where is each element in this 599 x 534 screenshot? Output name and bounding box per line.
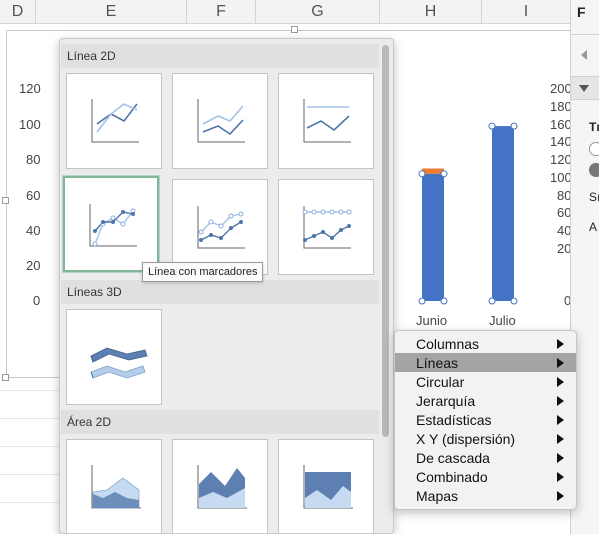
side-pane-radio[interactable] [589, 142, 599, 156]
chart-thumb-stacked-area[interactable] [172, 439, 268, 533]
submenu-arrow-icon [557, 377, 564, 387]
bar-junio[interactable] [422, 173, 444, 301]
side-pane-label: A [589, 220, 598, 234]
percent-line-markers-chart-icon [302, 206, 352, 249]
menu-item-columnas[interactable]: Columnas [395, 334, 576, 353]
submenu-arrow-icon [557, 358, 564, 368]
chart-thumb-stacked-line[interactable] [172, 73, 268, 169]
chart-resize-handle[interactable] [2, 197, 9, 204]
side-pane-radio-selected[interactable] [589, 163, 599, 177]
section-label-linea-2d: Línea 2D [61, 44, 379, 68]
chart-thumb-line[interactable] [66, 73, 162, 169]
submenu-arrow-icon [557, 415, 564, 425]
column-header-d[interactable]: D [0, 0, 36, 24]
menu-item-estadisticas[interactable]: Estadísticas [395, 410, 576, 429]
chart-thumb-stacked-line-markers[interactable] [172, 179, 268, 275]
column-header-f[interactable]: F [187, 0, 256, 24]
menu-item-cascada[interactable]: De cascada [395, 448, 576, 467]
bar-selection-handle[interactable] [488, 122, 496, 130]
bar-selection-handle[interactable] [418, 297, 426, 305]
submenu-arrow-icon [557, 396, 564, 406]
side-pane-section-header[interactable] [571, 76, 599, 100]
menu-item-dispersion[interactable]: X Y (dispersión) [395, 429, 576, 448]
chart-thumb-area[interactable] [66, 439, 162, 533]
bar-julio[interactable] [492, 126, 514, 301]
side-pane-label: Tı [589, 120, 599, 134]
stacked-line-chart-icon [197, 99, 245, 143]
collapse-triangle-icon [579, 85, 589, 92]
submenu-arrow-icon [557, 472, 564, 482]
bar-selection-handle[interactable] [488, 297, 496, 305]
gallery-scrollbar[interactable] [382, 45, 389, 437]
bar-selection-handle[interactable] [510, 297, 518, 305]
menu-item-circular[interactable]: Circular [395, 372, 576, 391]
line-chart-icon [91, 99, 139, 143]
percent-area-chart-icon [303, 465, 353, 509]
stacked-area-chart-icon [197, 465, 247, 509]
percent-line-chart-icon [303, 99, 351, 143]
chart-resize-handle[interactable] [291, 26, 298, 33]
column-header-bar: D E F G H I [0, 0, 570, 24]
menu-item-combinado[interactable]: Combinado [395, 467, 576, 486]
section-label-area-2d: Área 2D [61, 410, 379, 434]
column-header-g[interactable]: G [256, 0, 380, 24]
submenu-arrow-icon [557, 453, 564, 463]
section-label-lineas-3d: Líneas 3D [61, 280, 379, 304]
submenu-arrow-icon [557, 491, 564, 501]
chart-thumb-line-markers[interactable] [63, 176, 159, 272]
bar-selection-handle[interactable] [418, 170, 426, 178]
chart-thumb-100-line[interactable] [278, 73, 374, 169]
side-pane-divider [571, 34, 599, 35]
chart-thumb-100-line-markers[interactable] [278, 179, 374, 275]
chart-thumb-100-area[interactable] [278, 439, 374, 533]
bar-selection-handle[interactable] [440, 170, 448, 178]
submenu-arrow-icon [557, 339, 564, 349]
x-axis-label: Junio [416, 313, 448, 328]
menu-item-jerarquia[interactable]: Jerarquía [395, 391, 576, 410]
area-chart-icon [91, 465, 141, 509]
submenu-arrow-icon [557, 434, 564, 444]
side-pane-label: Sı [589, 190, 599, 204]
chart-thumb-3d-line[interactable] [66, 309, 162, 405]
menu-item-lineas[interactable]: Líneas [395, 353, 576, 372]
line-markers-chart-icon [89, 204, 137, 247]
side-pane-title: F [577, 4, 586, 20]
3d-line-chart-icon [90, 347, 148, 379]
chart-type-tooltip: Línea con marcadores [142, 262, 264, 282]
menu-item-mapas[interactable]: Mapas [395, 486, 576, 505]
chart-type-gallery[interactable]: Línea 2D Líneas 3D Área 2D [59, 38, 394, 534]
column-header-e[interactable]: E [36, 0, 187, 24]
chart-resize-handle[interactable] [2, 374, 9, 381]
bar-selection-handle[interactable] [510, 122, 518, 130]
column-header-i[interactable]: I [482, 0, 570, 24]
side-pane-back-icon[interactable] [581, 50, 587, 60]
x-axis-label: Julio [489, 313, 516, 328]
column-header-h[interactable]: H [380, 0, 482, 24]
bar-selection-handle[interactable] [440, 297, 448, 305]
chart-type-menu[interactable]: Columnas Líneas Circular Jerarquía Estad… [394, 330, 577, 510]
